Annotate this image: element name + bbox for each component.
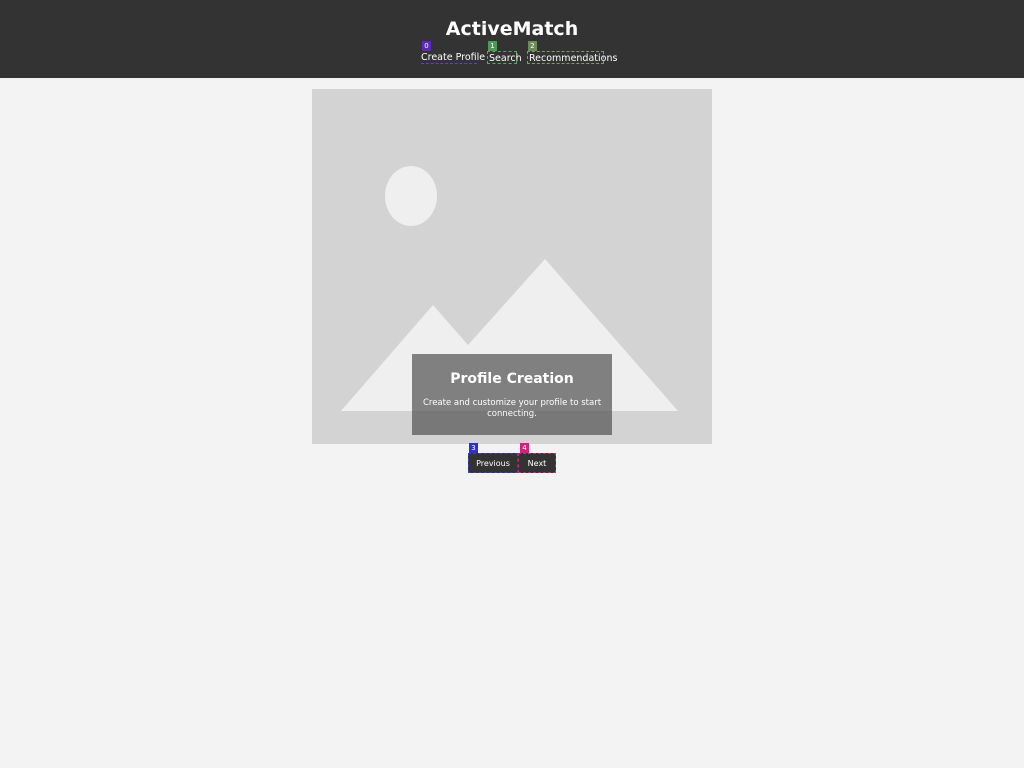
nav-recommendations-link[interactable]: Recommendations — [527, 51, 617, 64]
caption-title: Profile Creation — [450, 371, 574, 387]
carousel-caption: Profile Creation Create and customize yo… — [412, 354, 612, 435]
nav-search-link[interactable]: Search — [487, 51, 522, 64]
nav-create-profile-link[interactable]: Create Profile — [421, 51, 485, 64]
element-marker-1: 1 — [488, 41, 497, 51]
element-marker-0: 0 — [422, 41, 431, 51]
element-marker-4: 4 — [520, 443, 529, 453]
app-title: ActiveMatch — [445, 18, 579, 40]
next-slide-button[interactable]: Next — [518, 453, 556, 473]
element-marker-3: 3 — [469, 443, 478, 453]
element-marker-2: 2 — [528, 41, 537, 51]
previous-slide-button[interactable]: Previous — [468, 453, 518, 473]
caption-text: Create and customize your profile to sta… — [422, 398, 602, 419]
site-header: ActiveMatch 0 1 2 Create Profile Search … — [0, 0, 1024, 78]
